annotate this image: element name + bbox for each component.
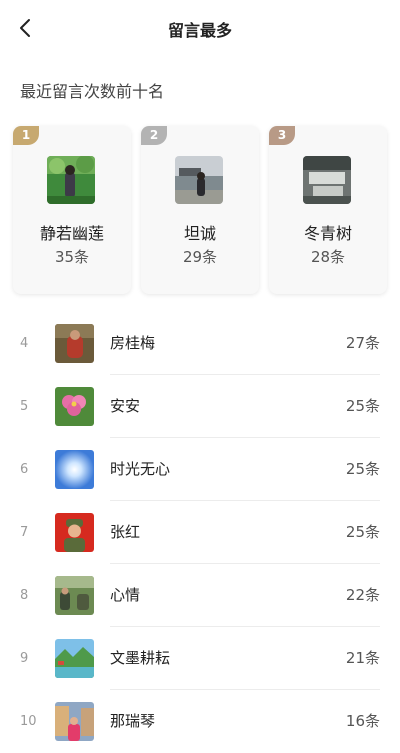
user-name: 心情 (110, 586, 141, 604)
list-item[interactable]: 4 房桂梅 27条 (0, 312, 400, 375)
list-item[interactable]: 10 那瑞琴 16条 (0, 690, 400, 753)
rank-badge: 2 (141, 126, 167, 145)
avatar (175, 156, 223, 204)
message-count: 27条 (345, 334, 380, 352)
message-count: 25条 (345, 523, 380, 541)
list-item[interactable]: 6 时光无心 25条 (0, 438, 400, 501)
rank-badge: 3 (269, 126, 295, 145)
page-title: 留言最多 (167, 21, 232, 40)
avatar (55, 324, 94, 363)
message-count: 21条 (345, 649, 380, 667)
message-count: 35条 (54, 248, 90, 266)
user-name: 那瑞琴 (110, 712, 156, 730)
message-count: 25条 (345, 397, 380, 415)
header: 留言最多 (0, 0, 400, 56)
top-card-2[interactable]: 2 坦诚 29条 (141, 126, 259, 294)
list-item[interactable]: 7 张红 25条 (0, 501, 400, 564)
rank-number: 5 (20, 399, 29, 414)
user-name: 时光无心 (110, 460, 171, 478)
message-count: 22条 (345, 586, 380, 604)
avatar (55, 513, 94, 552)
message-count: 28条 (310, 248, 346, 266)
avatar (55, 576, 94, 615)
list-item[interactable]: 5 安安 25条 (0, 375, 400, 438)
user-name: 安安 (110, 397, 141, 415)
top-card-1[interactable]: 1 静若幽莲 35条 (13, 126, 131, 294)
section-subtitle: 最近留言次数前十名 (20, 82, 165, 101)
avatar (303, 156, 351, 204)
user-name: 静若幽莲 (39, 224, 104, 243)
avatar (55, 639, 94, 678)
message-count: 16条 (345, 712, 380, 730)
message-count: 29条 (182, 248, 218, 266)
rank-number: 7 (20, 525, 29, 540)
top-three-podium: 1 静若幽莲 35条 2 坦诚 29条 3 冬青树 28条 (13, 126, 387, 294)
avatar (55, 450, 94, 489)
rank-number: 4 (20, 336, 29, 351)
list-item[interactable]: 9 文墨耕耘 21条 (0, 627, 400, 690)
message-count: 25条 (345, 460, 380, 478)
avatar (55, 387, 94, 426)
top-card-3[interactable]: 3 冬青树 28条 (269, 126, 387, 294)
avatar (47, 156, 95, 204)
rank-number: 10 (20, 714, 37, 729)
user-name: 房桂梅 (110, 334, 156, 352)
rank-number: 8 (20, 588, 29, 603)
avatar (55, 702, 94, 741)
user-name: 冬青树 (303, 224, 352, 243)
rank-number: 6 (20, 462, 29, 477)
user-name: 坦诚 (183, 224, 216, 243)
rank-badge: 1 (13, 126, 39, 145)
user-name: 张红 (110, 523, 141, 541)
rank-number: 9 (20, 651, 29, 666)
list-item[interactable]: 8 心情 22条 (0, 564, 400, 627)
user-name: 文墨耕耘 (110, 649, 171, 667)
